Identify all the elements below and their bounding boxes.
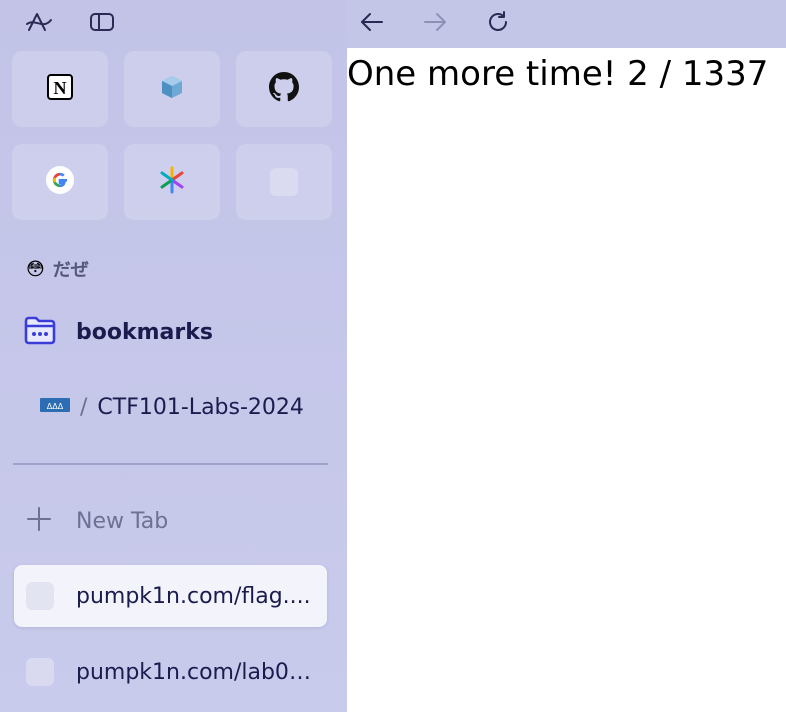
tab-favicon-icon [26,582,54,610]
arc-logo-icon[interactable] [24,8,54,36]
new-tab-label: New Tab [76,508,169,534]
sidebar-divider [13,463,328,465]
folder-label: bookmarks [76,319,213,345]
pinned-tile-google[interactable] [12,144,108,220]
breadcrumb-label: CTF101-Labs-2024 [97,394,304,420]
tab-title: pumpk1n.com/flag.... [76,583,311,609]
space-name: だぜ [52,260,89,281]
breadcrumb-separator: / [80,394,88,420]
pinned-tile-pinwheel[interactable] [124,144,220,220]
folder-icon [24,315,56,349]
web-content: One more time! 2 / 1337 [347,48,786,712]
notion-icon: N [46,73,74,105]
sidebar-toggle-icon[interactable] [87,8,117,36]
svg-text:N: N [54,78,67,98]
bookmarks-folder[interactable]: bookmarks [24,313,213,351]
tab-item-active[interactable]: pumpk1n.com/flag.... [14,565,327,627]
pinned-tile-empty[interactable] [236,144,332,220]
pinned-tile-box[interactable] [124,51,220,127]
new-tab-button[interactable]: New Tab [26,502,168,540]
tab-item[interactable]: pumpk1n.com/lab0.... [14,641,327,703]
pinned-tile-notion[interactable]: N [12,51,108,127]
page-text: One more time! 2 / 1337 [347,54,769,94]
svg-text:ΔΔΔ: ΔΔΔ [47,402,64,411]
space-header[interactable]: 😳 だぜ [26,256,89,282]
github-icon [269,72,299,106]
back-arrow-icon[interactable] [357,7,387,37]
google-icon [45,165,75,199]
sidebar: N 😳 だぜ bookmarks ΔΔΔ / CTF101-Labs-2024 … [0,0,347,712]
forward-arrow-icon[interactable] [420,7,450,37]
cube-icon [159,74,185,104]
plus-icon [26,506,52,536]
blank-favicon-icon [270,168,298,196]
pinned-tile-github[interactable] [236,51,332,127]
tab-favicon-icon [26,658,54,686]
space-emoji-icon: 😳 [26,258,45,280]
pinwheel-icon [157,165,187,199]
tab-title: pumpk1n.com/lab0.... [76,659,316,685]
course-favicon-icon: ΔΔΔ [40,397,70,417]
breadcrumb[interactable]: ΔΔΔ / CTF101-Labs-2024 [40,390,304,424]
reload-icon[interactable] [483,7,513,37]
